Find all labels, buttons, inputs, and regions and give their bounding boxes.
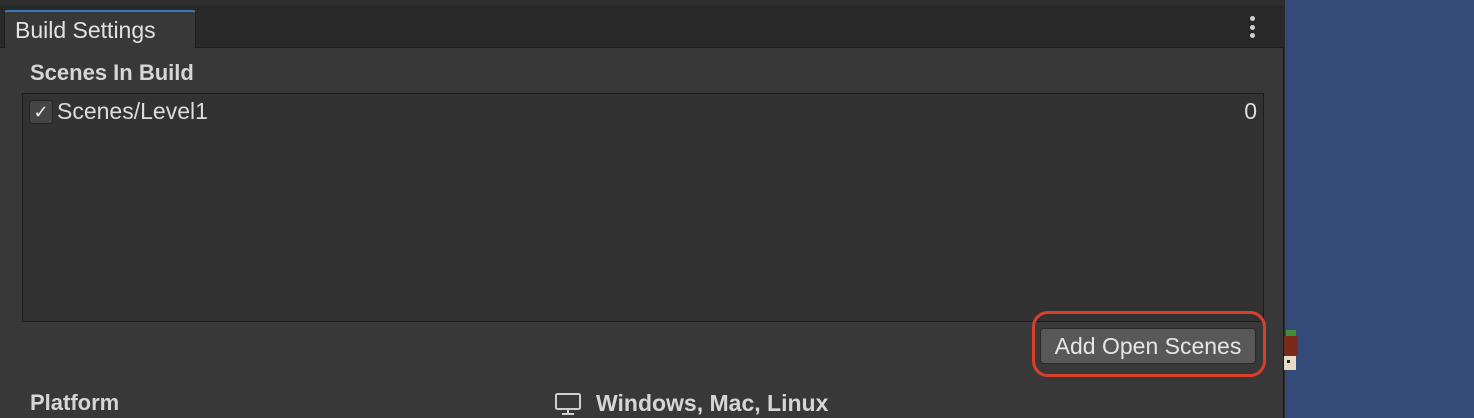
scene-name: Scenes/Level1	[57, 98, 208, 124]
platform-selected-name[interactable]: Windows, Mac, Linux	[596, 390, 828, 417]
scene-view-background	[1285, 0, 1474, 418]
tab-build-settings[interactable]: Build Settings	[4, 10, 196, 48]
tab-bar-strip	[0, 0, 1284, 6]
scene-index: 0	[1244, 98, 1257, 124]
scenes-in-build-title: Scenes In Build	[30, 60, 194, 85]
more-options-icon[interactable]	[1240, 14, 1264, 40]
scene-list[interactable]: ✓ Scenes/Level1 0	[22, 93, 1264, 322]
tab-title: Build Settings	[15, 17, 156, 43]
build-settings-window: Build Settings Scenes In Build ✓ Scenes/…	[0, 0, 1284, 418]
add-open-scenes-button[interactable]: Add Open Scenes	[1040, 328, 1256, 364]
monitor-icon	[555, 393, 581, 415]
scene-include-checkbox[interactable]: ✓	[29, 100, 53, 124]
character-sprite	[1284, 330, 1298, 370]
tab-bar: Build Settings	[0, 0, 1284, 48]
platform-title: Platform	[30, 390, 120, 415]
scene-row[interactable]: ✓ Scenes/Level1 0	[25, 96, 1261, 126]
